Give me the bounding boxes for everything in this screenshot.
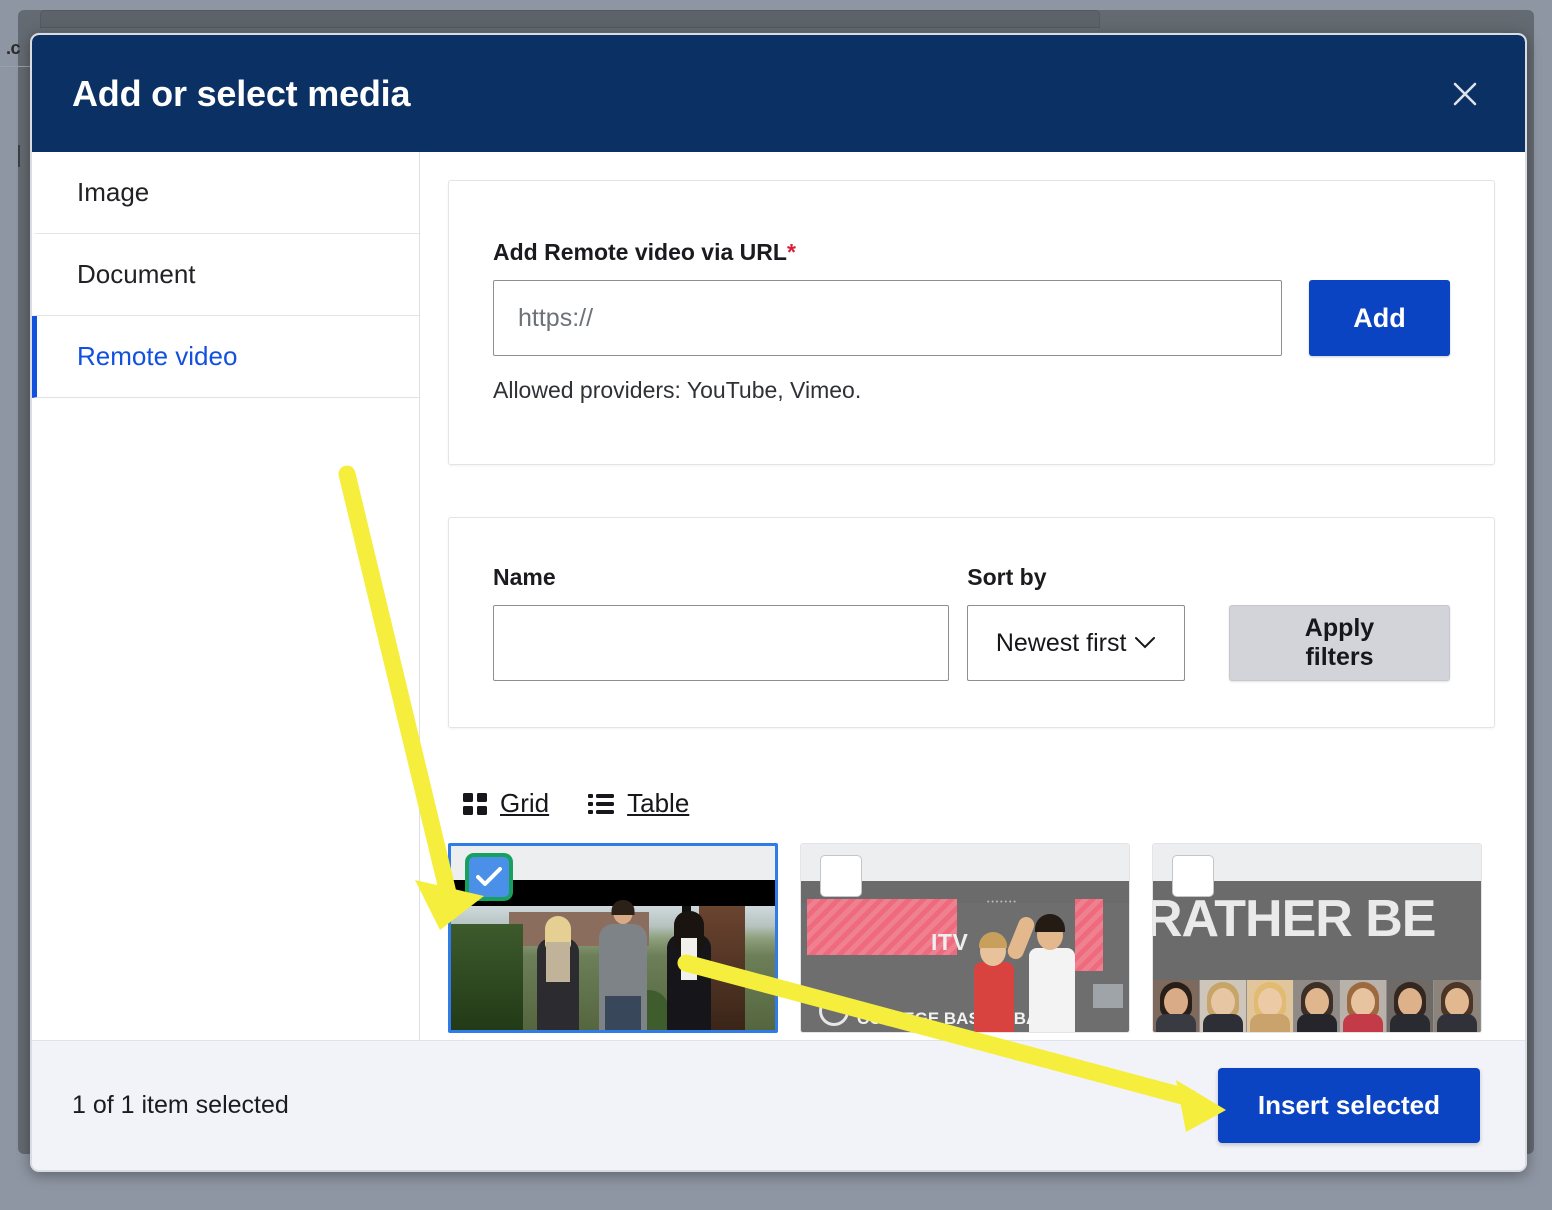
insert-selected-button[interactable]: Insert selected	[1218, 1068, 1480, 1143]
chevron-down-icon	[1134, 636, 1156, 650]
sidebar-empty-space	[32, 398, 419, 1040]
grid-icon	[462, 791, 488, 817]
sort-field-label: Sort by	[967, 564, 1185, 591]
thumbnail-artwork	[451, 880, 775, 1030]
required-asterisk: *	[787, 239, 796, 265]
view-option-table-label: Table	[627, 788, 689, 819]
media-filter-panel: Name Sort by Newest first Apply filters	[448, 517, 1495, 728]
url-field-label: Add Remote video via URL*	[493, 239, 1450, 266]
media-thumbnail-grid: • • • • • • • ITV COLLEGE BASKETBALL	[448, 843, 1495, 1033]
thumbnail-artwork: • • • • • • • ITV COLLEGE BASKETBALL	[801, 881, 1129, 1032]
name-filter-group: Name	[493, 564, 949, 681]
media-card-college-basketball[interactable]: • • • • • • • ITV COLLEGE BASKETBALL	[800, 843, 1130, 1033]
background-text-caret	[18, 145, 20, 167]
thumbnail-overlay-text-rather-be: RATHER BE	[1153, 889, 1481, 949]
allowed-providers-note: Allowed providers: YouTube, Vimeo.	[493, 377, 1450, 404]
selection-status-text: 1 of 1 item selected	[72, 1091, 289, 1120]
sidebar-item-image[interactable]: Image	[32, 152, 419, 234]
dialog-body: Image Document Remote video Add Remote v…	[32, 152, 1525, 1040]
media-thumbnail-image: • • • • • • • ITV COLLEGE BASKETBALL	[801, 881, 1129, 1032]
media-card-rather-be[interactable]: RATHER BE	[1152, 843, 1482, 1033]
background-tab-strip	[40, 10, 1100, 28]
media-checkbox-unselected[interactable]	[820, 855, 862, 897]
name-field-label: Name	[493, 564, 949, 591]
view-option-grid-label: Grid	[500, 788, 549, 819]
thumbnail-artwork: RATHER BE	[1153, 881, 1481, 1032]
dialog-footer: 1 of 1 item selected Insert selected	[32, 1040, 1525, 1170]
media-thumbnail-image: RATHER BE	[1153, 881, 1481, 1032]
dialog-header: Add or select media	[32, 35, 1525, 152]
media-checkbox-unselected[interactable]	[1172, 855, 1214, 897]
sort-filter-group: Sort by Newest first	[967, 564, 1185, 681]
thumbnail-caption-small: • • • • • • •	[987, 899, 1016, 906]
sidebar-item-label: Image	[77, 177, 149, 208]
media-checkbox-selected[interactable]	[465, 853, 513, 901]
sort-by-selected-value: Newest first	[996, 629, 1127, 658]
background-divider	[0, 66, 34, 67]
dialog-title: Add or select media	[72, 73, 410, 115]
sidebar-item-label: Remote video	[77, 341, 237, 372]
media-card-people-walking[interactable]	[448, 843, 778, 1033]
sidebar-item-label: Document	[77, 259, 196, 290]
dialog-content: Add Remote video via URL* Add Allowed pr…	[420, 152, 1525, 1040]
sidebar-item-document[interactable]: Document	[32, 234, 419, 316]
media-type-sidebar: Image Document Remote video	[32, 152, 420, 1040]
add-or-select-media-dialog: Add or select media Image Document Remot…	[30, 33, 1527, 1172]
sidebar-item-remote-video[interactable]: Remote video	[32, 316, 419, 398]
check-icon	[476, 867, 502, 887]
remote-video-url-input[interactable]	[493, 280, 1282, 356]
name-filter-input[interactable]	[493, 605, 949, 681]
view-option-grid[interactable]: Grid	[462, 788, 549, 819]
filter-row: Name Sort by Newest first Apply filters	[493, 564, 1450, 681]
view-option-table[interactable]: Table	[587, 788, 689, 819]
view-mode-toggle: Grid Table	[462, 788, 1495, 819]
sort-by-select[interactable]: Newest first	[967, 605, 1185, 681]
url-input-row: Add	[493, 280, 1450, 356]
add-button[interactable]: Add	[1309, 280, 1450, 356]
apply-filters-button[interactable]: Apply filters	[1229, 605, 1450, 681]
close-icon[interactable]	[1443, 72, 1487, 116]
background-page-text: .c	[6, 38, 20, 59]
thumbnail-overlay-text-itv: ITV	[931, 929, 968, 956]
list-icon	[587, 791, 615, 817]
media-thumbnail-image	[451, 880, 775, 1030]
url-field-label-text: Add Remote video via URL	[493, 239, 787, 265]
thumbnail-face-strip	[1153, 980, 1481, 1032]
remote-video-url-panel: Add Remote video via URL* Add Allowed pr…	[448, 180, 1495, 465]
